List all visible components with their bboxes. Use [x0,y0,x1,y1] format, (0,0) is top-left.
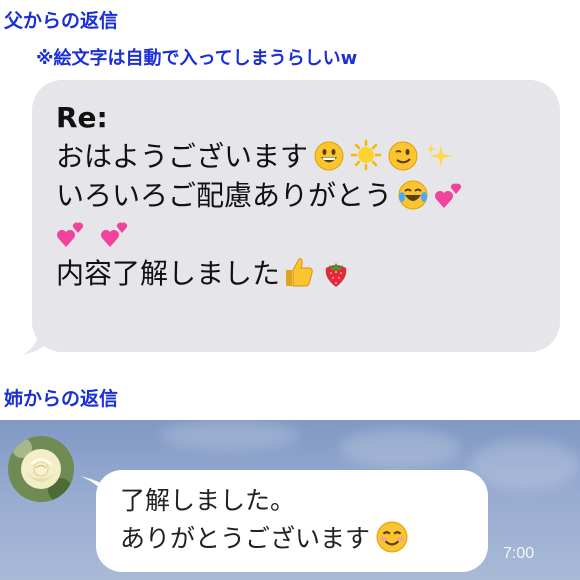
sparkles-icon [424,141,454,171]
rose-avatar-icon [8,436,74,502]
two-hearts-icon [56,219,86,249]
two-hearts-icon [434,180,464,210]
emoji-note: ※絵文字は自動で入ってしまうらしいw [36,48,358,69]
sister-message-text: 了解しました。 ありがとうございます [120,482,408,558]
winking-face-icon [388,141,418,171]
two-hearts-icon [100,219,130,249]
father-bubble-tail [22,322,60,355]
avatar[interactable] [8,436,74,502]
smiling-face-icon [376,521,408,553]
thanks-text: いろいろご配慮ありがとう [56,179,393,212]
sister-message-line-1: 了解しました。 [120,486,296,515]
message-subject: Re: [56,101,108,134]
understood-text: 内容了解しました [56,257,281,290]
sister-reply-heading: 姉からの返信 [4,388,119,410]
father-reply-heading: 父からの返信 [4,10,119,32]
message-line-understood: 内容了解しました [56,254,546,293]
grinning-face-icon [314,141,344,171]
tears-of-joy-face-icon [398,180,428,210]
message-line-greeting: おはようございます [56,137,546,176]
sister-thanks-text: ありがとうございます [120,524,371,553]
thumbs-up-icon [282,256,314,288]
father-message-text: Re: おはようございます いろいろご配慮ありがとう 内容了解しました [56,98,546,293]
sister-message-line-2: ありがとうございます [120,520,408,558]
message-line-thanks: いろいろご配慮ありがとう [56,176,546,215]
greeting-text: おはようございます [56,140,309,173]
message-line-hearts [56,215,546,254]
strawberry-icon [320,256,352,288]
sun-icon [350,139,382,171]
message-timestamp: 7:00 [503,545,535,562]
